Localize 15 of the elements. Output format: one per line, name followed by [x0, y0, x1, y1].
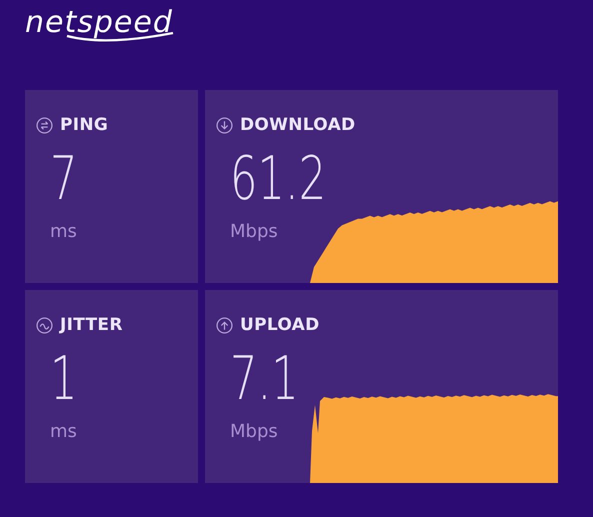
metric-unit: ms — [50, 421, 77, 442]
metric-label: PING — [60, 115, 108, 135]
metric-value: 1 — [50, 349, 78, 409]
metric-unit: Mbps — [230, 421, 278, 442]
metric-value: 61.2 — [230, 149, 326, 209]
metric-unit: Mbps — [230, 221, 278, 242]
arrows-icon — [36, 116, 53, 134]
metric-value: 7.1 — [230, 349, 299, 409]
metric-unit: ms — [50, 221, 77, 242]
metric-label: DOWNLOAD — [240, 115, 356, 135]
netspeed-logo: netspeed — [25, 6, 173, 44]
metric-label: UPLOAD — [240, 315, 320, 335]
metric-value: 7 — [50, 149, 78, 209]
wave-icon — [36, 316, 53, 334]
metric-label: JITTER — [60, 315, 123, 335]
